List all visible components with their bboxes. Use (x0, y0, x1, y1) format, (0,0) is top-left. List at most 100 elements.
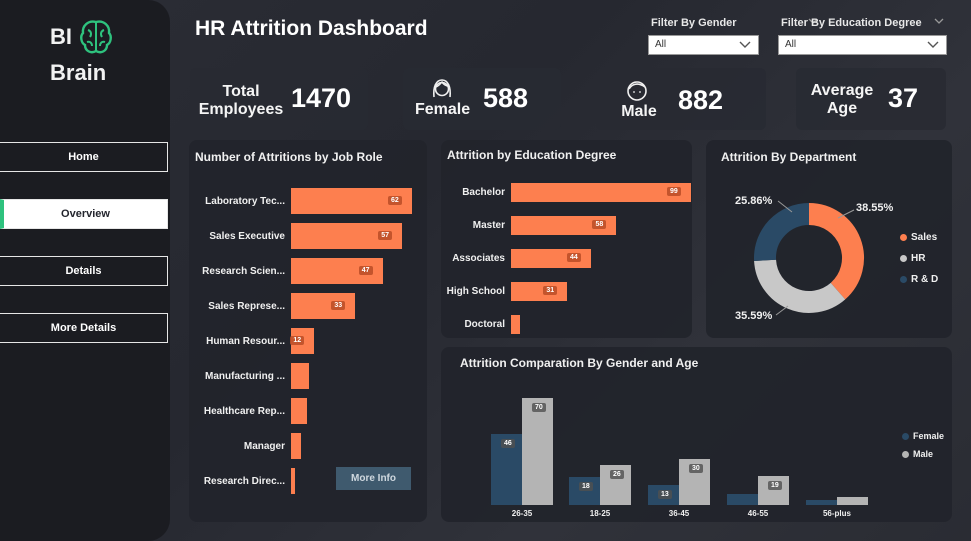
x-tick-label: 18-25 (589, 509, 611, 518)
bar-category-label: Laboratory Tec... (205, 196, 285, 207)
logo-text-brain: Brain (50, 60, 107, 85)
bar-category-label: Associates (452, 253, 505, 264)
donut-slice-r-d (754, 203, 810, 261)
kpi-male-label: Male (621, 103, 657, 120)
column-value-label: 13 (658, 490, 672, 500)
chevron-down-icon (739, 41, 751, 48)
bar (291, 433, 301, 459)
kpi-age-value: 37 (888, 83, 919, 113)
bar (291, 468, 295, 494)
kpi-total-label-line1: Total (222, 83, 260, 100)
column-value-label: 30 (689, 464, 703, 473)
legend-item: HR (900, 253, 925, 264)
legend-item: Sales (900, 232, 937, 243)
bar-category-label: Research Scien... (202, 266, 285, 277)
donut-percent-label: 35.59% (735, 310, 773, 322)
bar-value-label: 12 (290, 336, 305, 345)
kpi-total-label-line2: Employees (198, 100, 284, 118)
legend-label: HR (911, 253, 926, 264)
brain-icon (80, 20, 112, 54)
legend-dot (900, 276, 907, 283)
female-user-icon (433, 79, 451, 98)
legend-item: Female (902, 431, 944, 441)
leader-line (775, 305, 789, 316)
kpi-total-label: Total Employees (198, 83, 284, 118)
bar-value-label: 57 (378, 231, 393, 240)
male-user-icon (627, 81, 647, 101)
nav-home-button[interactable]: Home (0, 142, 168, 172)
legend-label: Sales (911, 232, 938, 243)
gender-filter-label: Filter By Gender (651, 17, 737, 29)
legend-item: R & D (900, 274, 938, 285)
department-card: Attrition By Department 38.55% 35.59% 25.8… (706, 140, 952, 338)
column-value-label: 46 (501, 439, 515, 449)
kpi-age-label-line1: Average (810, 82, 874, 99)
bar-value-label: 33 (331, 301, 346, 310)
job-role-card: Number of Attritions by Job Role Laborat… (189, 140, 427, 522)
x-tick-label: 56-plus (822, 509, 851, 518)
kpi-female: Female 588 (403, 68, 561, 130)
legend-label: Female (913, 431, 945, 441)
bar-value-label: 62 (388, 196, 402, 205)
bar-category-label: Manager (243, 441, 285, 452)
legend-dot (902, 432, 909, 440)
education-filter-select[interactable]: All (778, 35, 947, 55)
education-filter-label: Filter By Education Degree (781, 17, 922, 29)
chevron-down-icon[interactable] (934, 18, 944, 25)
bar (291, 398, 307, 424)
x-tick-label: 36-45 (668, 509, 690, 518)
bar-category-label: Sales Represe... (208, 301, 285, 312)
column-value-label: 19 (768, 480, 782, 490)
education-card: Attrition by Education Degree Bachelor 99… (441, 140, 692, 338)
bar (511, 315, 521, 334)
x-tick-label: 26-35 (511, 509, 533, 518)
bar-value-label: 47 (358, 266, 373, 275)
bar-value-label: 44 (567, 253, 581, 262)
x-tick-label: 46-55 (747, 509, 769, 518)
gender-filter-value: All (655, 39, 667, 50)
column-value-label: 26 (610, 470, 624, 480)
nav-overview-button[interactable]: Overview (0, 199, 168, 229)
logo-text-bi: BI (50, 24, 72, 49)
bar (511, 282, 568, 301)
kpi-average-age: Average Age 37 (796, 68, 946, 130)
bar-value-label: 99 (667, 187, 681, 196)
bar-value-label: 58 (592, 220, 607, 229)
bar-category-label: Master (472, 220, 505, 231)
kpi-age-label: Average Age (804, 82, 880, 117)
donut-percent-label: 38.55% (856, 202, 894, 214)
gender-filter-select[interactable]: All (648, 35, 759, 55)
kpi-total-employees: Total Employees 1470 (190, 68, 368, 130)
column-bar-female (727, 494, 758, 505)
kpi-female-label: Female (415, 101, 471, 118)
legend-item: Male (902, 449, 933, 459)
gender-age-card: Attrition Comparation By Gender and Age … (441, 347, 952, 522)
more-info-button[interactable]: More Info (336, 467, 411, 490)
bar (291, 293, 356, 319)
bar (511, 183, 691, 202)
nav-details-button[interactable]: Details (0, 256, 168, 286)
nav-more-details-button[interactable]: More Details (0, 313, 168, 343)
column-bar-female (806, 500, 837, 505)
bar-category-label: Research Direc... (203, 476, 285, 487)
education-title: Attrition by Education Degree (447, 148, 617, 162)
bar-category-label: Human Resour... (206, 336, 285, 347)
chevron-down-icon (927, 41, 939, 48)
education-filter-value: All (785, 39, 797, 50)
bar-category-label: Bachelor (462, 187, 505, 198)
bar-category-label: Healthcare Rep... (203, 406, 285, 417)
kpi-age-label-line2: Age (826, 99, 858, 117)
bar-value-label: 31 (543, 286, 558, 295)
bar-category-label: Sales Executive (209, 231, 285, 242)
kpi-male: Male 882 (596, 68, 766, 130)
legend-dot (902, 450, 909, 458)
donut-slice-sales (808, 203, 864, 300)
bar (291, 363, 309, 389)
bar-category-label: Doctoral (464, 319, 505, 330)
kpi-total-value: 1470 (291, 83, 352, 113)
column-value-label: 70 (532, 402, 546, 412)
legend-label: Male (913, 449, 934, 459)
legend-label: R & D (911, 274, 939, 285)
bar-category-label: High School (446, 286, 505, 297)
page-title: HR Attrition Dashboard (195, 17, 428, 40)
